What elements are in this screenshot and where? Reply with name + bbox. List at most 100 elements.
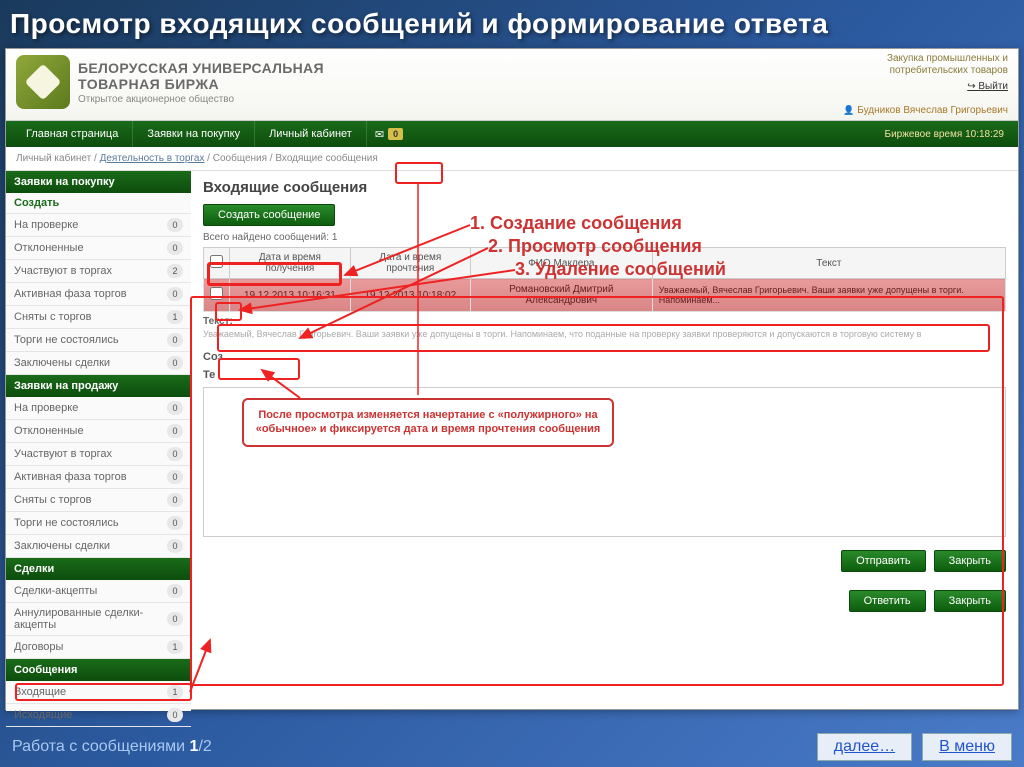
sidebar-item[interactable]: Входящие 1: [6, 681, 191, 704]
cell-received: 19.12.2013 10:16:31: [230, 279, 351, 312]
header-tagline: Закупка промышленных ипотребительских то…: [887, 53, 1008, 77]
sidebar-item-label: Сняты с торгов: [14, 494, 91, 506]
app-header: БЕЛОРУССКАЯ УНИВЕРСАЛЬНАЯ ТОВАРНАЯ БИРЖА…: [6, 49, 1018, 121]
breadcrumb-link[interactable]: Деятельность в торгах: [100, 153, 205, 164]
logo: БЕЛОРУССКАЯ УНИВЕРСАЛЬНАЯ ТОВАРНАЯ БИРЖА…: [16, 55, 1008, 109]
sidebar-item[interactable]: Исходящие0: [6, 704, 191, 727]
exchange-time: Биржевое время 10:18:29: [885, 129, 1013, 140]
result-count: Всего найдено сообщений: 1: [203, 232, 1006, 243]
messages-table: Дата и время получения Дата и время проч…: [203, 247, 1006, 312]
row-checkbox[interactable]: [210, 287, 223, 300]
sidebar-item[interactable]: Заключены сделки 0: [6, 535, 191, 558]
sidebar-item-label: Отклоненные: [14, 425, 84, 437]
nav-cabinet[interactable]: Личный кабинет: [255, 121, 367, 147]
sidebar: Заявки на покупкуСоздатьНа проверке0Откл…: [6, 171, 191, 711]
sidebar-item-label: Активная фаза торгов: [14, 471, 127, 483]
sidebar-item-count: 0: [167, 333, 183, 347]
sidebar-item[interactable]: На проверке 0: [6, 214, 191, 237]
sidebar-item[interactable]: Отклоненные0: [6, 420, 191, 443]
sidebar-item-count: 2: [167, 264, 183, 278]
page-title: Входящие сообщения: [203, 179, 1006, 196]
nav-home[interactable]: Главная страница: [12, 121, 133, 147]
compose-title: Соз: [203, 351, 223, 363]
breadcrumb: Личный кабинет / Деятельность в торгах /…: [6, 147, 1018, 171]
sidebar-item[interactable]: Сняты с торгов 0: [6, 489, 191, 512]
annotation-callout: После просмотра изменяется начертание с …: [242, 398, 614, 447]
sidebar-item-label: Заключены сделки: [14, 540, 110, 552]
sidebar-item-label: Отклоненные: [14, 242, 84, 254]
slide-footer: Работа с сообщениями 1/2 далее… В меню: [12, 733, 1012, 761]
sidebar-item-label: Заключены сделки: [14, 357, 110, 369]
sidebar-item-label: Сделки-акцепты: [14, 585, 97, 597]
next-button[interactable]: далее…: [817, 733, 912, 761]
sidebar-item-count: 0: [167, 401, 183, 415]
sidebar-item[interactable]: Создать: [6, 193, 191, 214]
mail-badge: 0: [388, 128, 403, 140]
col-text[interactable]: Текст: [652, 248, 1005, 279]
sidebar-item-label: Входящие: [14, 686, 66, 698]
cell-broker: Романовский Дмитрий Александрович: [470, 279, 652, 312]
logo-line1: БЕЛОРУССКАЯ УНИВЕРСАЛЬНАЯ: [78, 60, 324, 76]
sidebar-item-label: Торги не состоялись: [14, 517, 119, 529]
logo-line3: Открытое акционерное общество: [78, 94, 324, 105]
menu-button[interactable]: В меню: [922, 733, 1012, 761]
sidebar-item-label: Создать: [14, 197, 59, 209]
sidebar-item[interactable]: Активная фаза торгов 0: [6, 283, 191, 306]
sidebar-item[interactable]: Сделки-акцепты0: [6, 580, 191, 603]
sidebar-group-header: Сделки: [6, 558, 191, 580]
sidebar-item-label: На проверке: [14, 219, 78, 231]
sidebar-item[interactable]: Сняты с торгов 1: [6, 306, 191, 329]
exit-link[interactable]: ↪ Выйти: [887, 81, 1008, 92]
logo-icon: [16, 55, 70, 109]
sidebar-item-count: 0: [167, 287, 183, 301]
sidebar-item-count: 0: [167, 539, 183, 553]
col-read[interactable]: Дата и время прочтения: [350, 248, 470, 279]
nav-buy-requests[interactable]: Заявки на покупку: [133, 121, 255, 147]
step-indicator: Работа с сообщениями 1/2: [12, 738, 212, 756]
col-broker[interactable]: ФИО Маклера: [470, 248, 652, 279]
current-user[interactable]: Будников Вячеслав Григорьевич: [843, 105, 1008, 116]
app-window: БЕЛОРУССКАЯ УНИВЕРСАЛЬНАЯ ТОВАРНАЯ БИРЖА…: [5, 48, 1019, 710]
send-button[interactable]: Отправить: [841, 550, 926, 572]
sidebar-item[interactable]: Отклоненные 0: [6, 237, 191, 260]
create-message-button[interactable]: Создать сообщение: [203, 204, 335, 226]
mail-icon: ✉: [375, 128, 384, 141]
sidebar-item-count: 1: [167, 685, 183, 699]
sidebar-item-count: 0: [167, 447, 183, 461]
text-label: Текст:: [203, 316, 233, 327]
sidebar-item[interactable]: Участвуют в торгах0: [6, 443, 191, 466]
sidebar-item-count: 0: [167, 218, 183, 232]
col-received[interactable]: Дата и время получения: [230, 248, 351, 279]
sidebar-item[interactable]: Участвуют в торгах 2: [6, 260, 191, 283]
sidebar-item[interactable]: Торги не состоялись 0: [6, 512, 191, 535]
close-button-2[interactable]: Закрыть: [934, 590, 1006, 612]
sidebar-group-header: Заявки на продажу: [6, 375, 191, 397]
sidebar-item-label: Аннулированные сделки-акцепты: [14, 607, 167, 631]
sidebar-item[interactable]: Аннулированные сделки-акцепты0: [6, 603, 191, 636]
sidebar-item-count: 0: [167, 493, 183, 507]
sidebar-item-label: Сняты с торгов: [14, 311, 91, 323]
sidebar-item[interactable]: На проверке0: [6, 397, 191, 420]
sidebar-item-label: Исходящие: [14, 709, 72, 721]
nav-mail[interactable]: ✉ 0: [375, 128, 403, 141]
sidebar-item[interactable]: Активная фаза торгов 0: [6, 466, 191, 489]
close-button[interactable]: Закрыть: [934, 550, 1006, 572]
reply-button[interactable]: Ответить: [849, 590, 926, 612]
sidebar-item-count: 0: [167, 356, 183, 370]
sidebar-item[interactable]: Заключены сделки 0: [6, 352, 191, 375]
sidebar-item-count: 1: [167, 310, 183, 324]
logo-line2: ТОВАРНАЯ БИРЖА: [78, 76, 324, 92]
sidebar-item-count: 0: [167, 241, 183, 255]
sidebar-item[interactable]: Договоры1: [6, 636, 191, 659]
sidebar-item-count: 0: [167, 470, 183, 484]
compose-field-label: Те: [203, 369, 215, 381]
message-preview: Уважаемый, Вячеслав Григорьевич. Ваши за…: [203, 329, 1006, 339]
sidebar-item-label: Участвуют в торгах: [14, 265, 112, 277]
cell-read: 19.12.2013 10:18:02: [350, 279, 470, 312]
sidebar-item-label: Активная фаза торгов: [14, 288, 127, 300]
message-row[interactable]: 19.12.2013 10:16:31 19.12.2013 10:18:02 …: [204, 279, 1006, 312]
top-nav: Главная страница Заявки на покупку Личны…: [6, 121, 1018, 147]
sidebar-item-count: 0: [167, 516, 183, 530]
sidebar-item[interactable]: Торги не состоялись0: [6, 329, 191, 352]
select-all-checkbox[interactable]: [210, 255, 223, 268]
